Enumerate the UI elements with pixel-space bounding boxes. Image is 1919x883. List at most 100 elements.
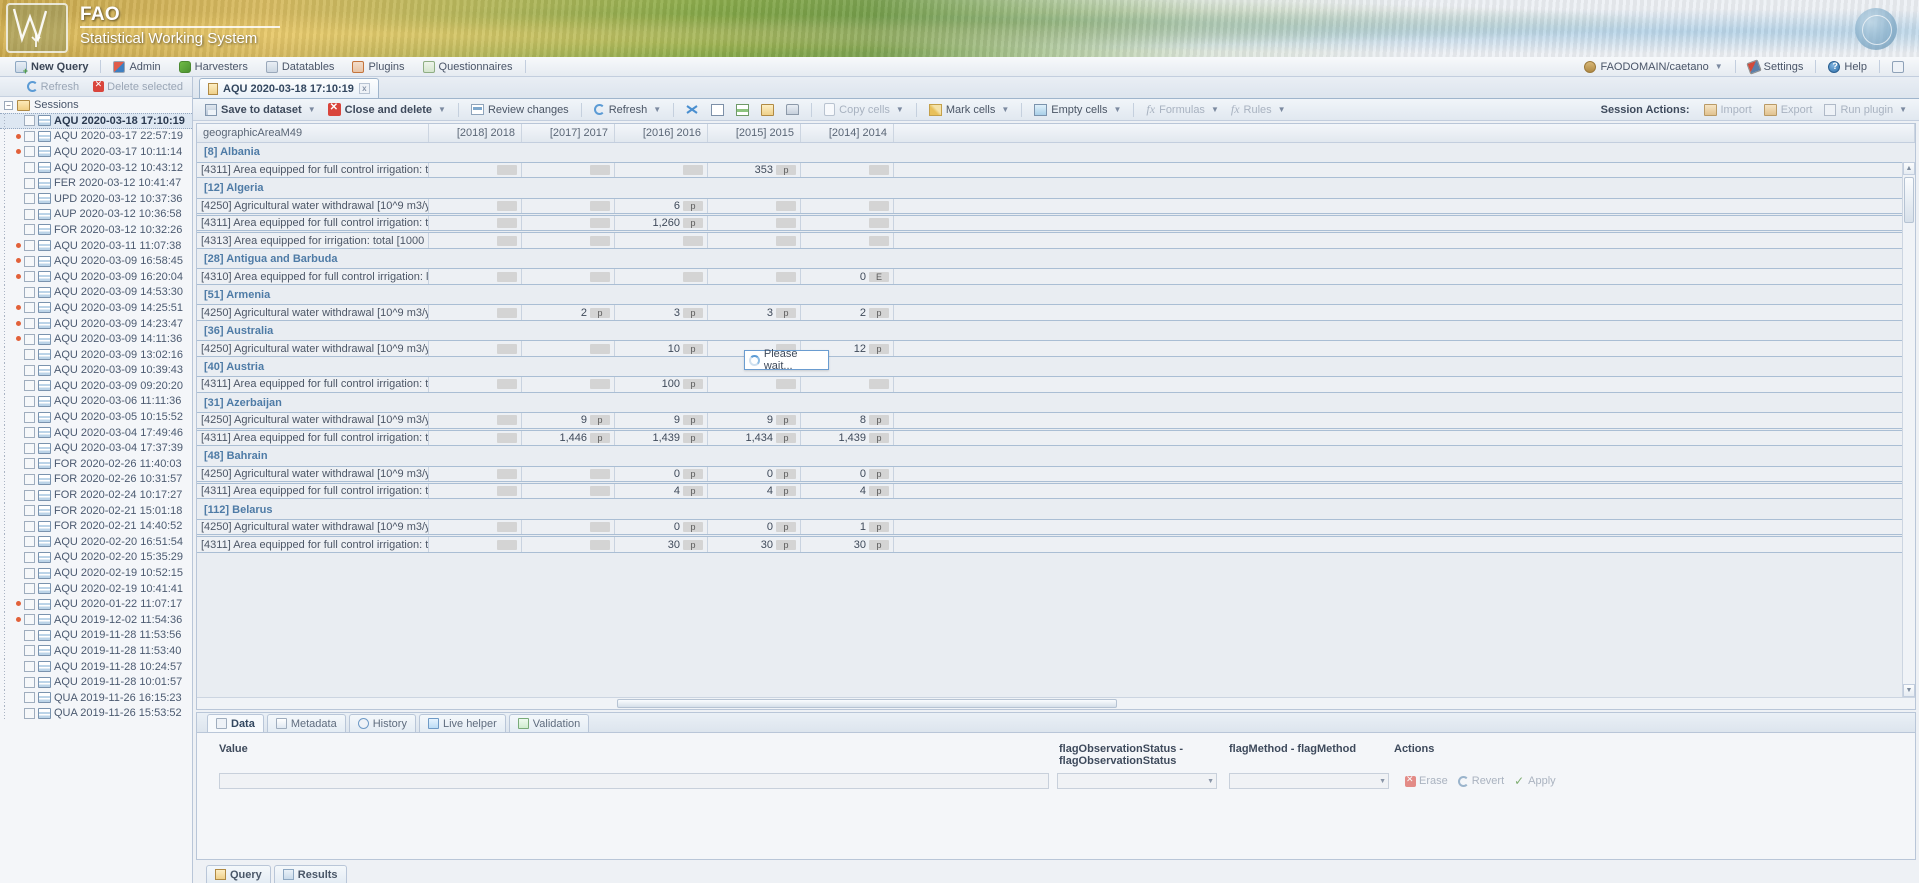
grid-cell-flag[interactable]: p bbox=[683, 307, 703, 318]
chevron-down-icon-9[interactable]: ▼ bbox=[1899, 105, 1907, 114]
session-checkbox[interactable] bbox=[24, 583, 35, 595]
grid-cell-flag[interactable]: p bbox=[776, 522, 796, 533]
grid-cell[interactable]: 1,439 p bbox=[801, 430, 894, 446]
grid-column-header-year[interactable]: [2018] 2018 bbox=[429, 124, 522, 142]
session-checkbox[interactable] bbox=[24, 177, 35, 189]
session-checkbox[interactable] bbox=[24, 395, 35, 407]
grid-cell[interactable]: 0p bbox=[801, 466, 894, 482]
close-and-delete-button[interactable]: Close and delete ▼ bbox=[322, 101, 452, 119]
session-checkbox[interactable] bbox=[24, 536, 35, 548]
grid-column-header-year[interactable]: [2014] 2014 bbox=[801, 124, 894, 142]
document-tab-aqu-session[interactable]: AQU 2020-03-18 17:10:19 x bbox=[199, 78, 379, 98]
grid-cell[interactable] bbox=[429, 162, 522, 177]
grid-cell-flag[interactable]: p bbox=[683, 539, 703, 550]
grid-cell-flag[interactable]: p bbox=[683, 432, 703, 443]
grid-cell-flag[interactable]: p bbox=[869, 307, 889, 318]
session-list-item[interactable]: AQU 2019-11-28 10:24:57 bbox=[0, 658, 192, 675]
grid-cell[interactable]: 1,446 p bbox=[522, 430, 615, 446]
grid-cell-flag[interactable] bbox=[590, 486, 610, 497]
grid-cell[interactable] bbox=[429, 341, 522, 356]
session-checkbox[interactable] bbox=[24, 505, 35, 517]
grid-cell[interactable] bbox=[615, 233, 708, 248]
grid-cell[interactable] bbox=[615, 269, 708, 284]
grid-cell[interactable]: 30 p bbox=[708, 537, 801, 552]
grid-cell[interactable]: 9p bbox=[615, 413, 708, 428]
apply-button[interactable]: ✓ Apply bbox=[1514, 775, 1556, 788]
sessions-tree-root[interactable]: − Sessions bbox=[0, 97, 192, 113]
session-checkbox[interactable] bbox=[24, 442, 35, 454]
session-list-item[interactable]: AQU 2020-03-05 10:15:52 bbox=[0, 409, 192, 425]
flag-observation-status-select[interactable]: ▼ bbox=[1057, 773, 1217, 789]
grid-data-row[interactable]: [4250] Agricultural water withdrawal [10… bbox=[197, 519, 1915, 536]
grid-cell-flag[interactable]: p bbox=[869, 343, 889, 354]
grid-cell[interactable] bbox=[708, 198, 801, 213]
session-checkbox[interactable] bbox=[24, 567, 35, 579]
flag-method-select[interactable]: ▼ bbox=[1229, 773, 1389, 789]
menu-item-new-query[interactable]: New Query bbox=[6, 58, 97, 76]
tab-results[interactable]: Results bbox=[273, 865, 347, 883]
grid-column-header-year[interactable]: [2015] 2015 bbox=[708, 124, 801, 142]
grid-cell[interactable]: 1,260 p bbox=[615, 215, 708, 231]
chevron-down-icon-7[interactable]: ▼ bbox=[1211, 105, 1219, 114]
grid-cell-flag[interactable] bbox=[497, 218, 517, 229]
chevron-down-icon-3[interactable]: ▼ bbox=[653, 105, 661, 114]
session-checkbox[interactable] bbox=[24, 333, 35, 345]
grid-cell-flag[interactable] bbox=[497, 200, 517, 211]
empty-cells-button[interactable]: Empty cells ▼ bbox=[1028, 101, 1127, 119]
grid-cell[interactable] bbox=[429, 377, 522, 392]
grid-cell-flag[interactable]: E bbox=[869, 271, 889, 282]
grid-cell[interactable] bbox=[801, 377, 894, 392]
session-list-item[interactable]: AQU 2020-03-09 13:02:16 bbox=[0, 346, 192, 363]
session-list-item[interactable]: AQU 2020-03-09 16:20:04 bbox=[0, 268, 192, 285]
grid-cell[interactable]: 30 p bbox=[801, 537, 894, 552]
chevron-down-icon-2[interactable]: ▼ bbox=[438, 105, 446, 114]
grid-cell-flag[interactable]: p bbox=[776, 307, 796, 318]
grid-cell[interactable] bbox=[522, 162, 615, 177]
grid-cell-flag[interactable]: p bbox=[590, 415, 610, 426]
grid-cell[interactable]: 9p bbox=[522, 413, 615, 428]
grid-cell-flag[interactable]: p bbox=[776, 415, 796, 426]
grid-cell-flag[interactable] bbox=[497, 164, 517, 175]
grid-cell-flag[interactable] bbox=[497, 522, 517, 533]
session-checkbox[interactable] bbox=[24, 645, 35, 657]
grid-cell[interactable]: 1,434 p bbox=[708, 430, 801, 446]
session-checkbox[interactable] bbox=[24, 162, 35, 174]
grid-cell[interactable] bbox=[522, 215, 615, 231]
grid-cell[interactable] bbox=[801, 162, 894, 177]
session-checkbox[interactable] bbox=[24, 614, 35, 626]
session-list-item[interactable]: UPD 2020-03-12 10:37:36 bbox=[0, 190, 192, 207]
session-checkbox[interactable] bbox=[24, 707, 35, 719]
session-checkbox[interactable] bbox=[24, 489, 35, 501]
menu-item-harvesters[interactable]: Harvesters bbox=[170, 58, 257, 76]
grid-cell[interactable] bbox=[522, 198, 615, 213]
grid-data-row[interactable]: [4310] Area equipped for full control ir… bbox=[197, 268, 1915, 285]
grid-cell[interactable] bbox=[429, 466, 522, 482]
grid-cell[interactable]: 1,439 p bbox=[615, 430, 708, 446]
grid-cell-flag[interactable] bbox=[683, 164, 703, 175]
grid-cell[interactable] bbox=[429, 305, 522, 320]
tab-validation[interactable]: Validation bbox=[508, 714, 590, 732]
session-list-item[interactable]: AQU 2019-12-02 11:54:36 bbox=[0, 612, 192, 628]
grid-cell-flag[interactable]: p bbox=[683, 200, 703, 211]
grid-cell-flag[interactable]: p bbox=[683, 522, 703, 533]
session-checkbox[interactable] bbox=[24, 130, 35, 142]
grid-cell-flag[interactable] bbox=[497, 307, 517, 318]
session-checkbox[interactable] bbox=[24, 193, 35, 205]
grid-vertical-scroll-thumb[interactable] bbox=[1904, 177, 1914, 223]
settings-button[interactable]: Settings bbox=[1739, 58, 1813, 76]
erase-button[interactable]: Erase bbox=[1405, 774, 1448, 787]
grid-data-row[interactable]: [4311] Area equipped for full control ir… bbox=[197, 214, 1915, 232]
grid-cell[interactable]: 6p bbox=[615, 198, 708, 213]
grid-cell[interactable] bbox=[522, 269, 615, 284]
menu-item-plugins[interactable]: Plugins bbox=[343, 58, 413, 76]
session-list-item[interactable]: FOR 2020-02-26 10:31:57 bbox=[0, 471, 192, 488]
session-list-item[interactable]: AQU 2020-03-04 17:37:39 bbox=[0, 440, 192, 457]
menu-item-datatables[interactable]: Datatables bbox=[257, 58, 344, 76]
grid-cell[interactable] bbox=[708, 377, 801, 392]
grid-cell[interactable] bbox=[522, 341, 615, 356]
session-list-item[interactable]: AQU 2020-03-06 11:11:36 bbox=[0, 393, 192, 410]
session-list-item[interactable]: AQU 2020-03-04 17:49:46 bbox=[0, 424, 192, 441]
grid-data-row[interactable]: [4313] Area equipped for irrigation: tot… bbox=[197, 232, 1915, 249]
session-list-item[interactable]: AQU 2020-03-09 14:11:36 bbox=[0, 331, 192, 347]
grid-cell-flag[interactable]: p bbox=[683, 415, 703, 426]
